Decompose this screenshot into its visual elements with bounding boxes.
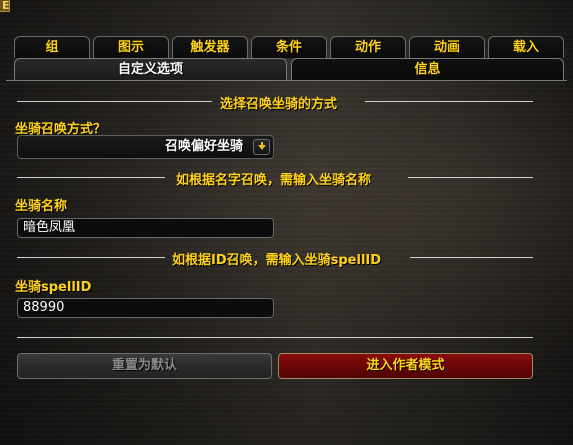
- reset-default-button[interactable]: 重置为默认: [17, 353, 272, 379]
- author-mode-button[interactable]: 进入作者模式: [278, 353, 533, 379]
- tab-load[interactable]: 载入: [488, 36, 564, 58]
- section-divider-right: [408, 177, 533, 178]
- section-divider-right: [410, 257, 533, 258]
- method-dropdown-value: 召唤偏好坐骑: [164, 139, 243, 154]
- top-tab-row: 组 图示 触发器 条件 动作 动画 载入: [14, 36, 564, 58]
- section-divider-left: [17, 101, 212, 102]
- weakauras-options-window: E 组 图示 触发器 条件 动作 动画 载入 自定义选项 信息 选择召唤坐骑的方…: [0, 0, 573, 445]
- chevron-down-icon[interactable]: [253, 139, 270, 155]
- mount-name-label: 坐骑名称: [15, 199, 68, 214]
- subtab-info[interactable]: 信息: [291, 58, 564, 80]
- tab-display[interactable]: 图示: [93, 36, 169, 58]
- method-dropdown[interactable]: 召唤偏好坐骑: [17, 135, 274, 159]
- section-divider-left: [17, 177, 165, 178]
- tab-animations[interactable]: 动画: [409, 36, 485, 58]
- sub-tab-row: 自定义选项 信息: [14, 58, 564, 80]
- window-corner-tab[interactable]: E: [0, 0, 10, 12]
- corner-glyph: E: [2, 0, 10, 12]
- section-divider-right: [365, 101, 533, 102]
- tab-trigger[interactable]: 触发器: [172, 36, 248, 58]
- tab-conditions[interactable]: 条件: [251, 36, 327, 58]
- tab-actions[interactable]: 动作: [330, 36, 406, 58]
- bottom-divider: [17, 337, 533, 338]
- tab-group[interactable]: 组: [14, 36, 90, 58]
- section-title-method: 选择召唤坐骑的方式: [220, 97, 338, 112]
- section-title-by-id: 如根据ID召唤，需输入坐骑spellID: [172, 253, 382, 268]
- spellid-label: 坐骑spellID: [15, 280, 92, 295]
- section-divider-left: [17, 257, 165, 258]
- subtab-custom-options[interactable]: 自定义选项: [14, 58, 287, 80]
- section-title-by-name: 如根据名字召唤，需输入坐骑名称: [176, 173, 372, 188]
- mount-name-input[interactable]: 暗色凤凰: [17, 218, 274, 238]
- spellid-input[interactable]: 88990: [17, 298, 274, 318]
